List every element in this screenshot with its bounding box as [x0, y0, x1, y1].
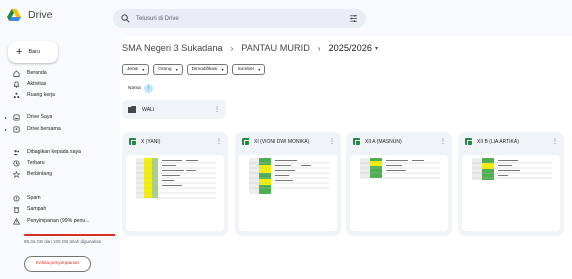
search-input[interactable]: Telusuri di Drive — [136, 16, 349, 22]
sort-by-name[interactable]: Nama ↑ — [128, 84, 153, 93]
more-options-icon[interactable]: ⋮ — [440, 138, 446, 145]
bell-icon — [12, 80, 20, 88]
spreadsheet-icon — [465, 138, 473, 146]
drive-logo-icon — [7, 9, 21, 21]
spam-icon — [12, 194, 20, 202]
folder-item[interactable]: WALI ⋮ — [122, 100, 226, 119]
sidebar-item-label: Drive bersama — [27, 126, 61, 132]
home-icon — [12, 69, 20, 77]
dropdown-arrow-icon: ▾ — [175, 67, 178, 72]
file-name: XI (VIONI DWI MONIKA) — [254, 138, 310, 145]
file-thumbnail — [462, 155, 560, 231]
storage-progress-fill — [24, 234, 116, 236]
sidebar-item-label: Berbintang — [27, 171, 53, 177]
breadcrumb-item[interactable]: PANTAU MURID — [241, 43, 310, 53]
file-card[interactable]: XII B (LIA ARTIKA) ⋮ — [458, 132, 564, 236]
file-name: X (YANI) — [141, 138, 161, 145]
sidebar-item-label: Terbaru — [27, 160, 45, 166]
sidebar-item-trash[interactable]: Sampah — [5, 203, 115, 215]
storage-usage-text: 99,3a GB dari 100 GB telah digunakan — [24, 239, 102, 244]
shared-with-me-icon — [12, 148, 20, 156]
filter-source[interactable]: Sumber ▾ — [232, 64, 266, 75]
filter-label: Jenis — [127, 67, 139, 72]
search-bar[interactable]: Telusuri di Drive — [113, 9, 366, 28]
file-thumbnail — [239, 155, 337, 231]
more-options-icon[interactable]: ⋮ — [552, 138, 558, 145]
my-drive-icon — [12, 113, 20, 121]
drive-logo[interactable]: Drive — [7, 9, 53, 21]
sidebar-item-my-drive[interactable]: ▸ Drive Saya — [5, 111, 115, 123]
filter-modified[interactable]: Dimodifikasi ▾ — [186, 64, 229, 75]
sidebar-item-starred[interactable]: Berbintang — [5, 168, 115, 180]
sidebar-item-label: Spam — [27, 195, 41, 201]
spreadsheet-icon — [242, 138, 250, 146]
caret-down-icon[interactable]: ▾ — [375, 45, 378, 52]
spreadsheet-icon — [353, 138, 361, 146]
cloud-warning-icon — [12, 217, 20, 225]
chevron-right-icon: › — [317, 43, 321, 53]
dropdown-arrow-icon: ▾ — [221, 67, 224, 72]
filter-label: Sumber — [237, 67, 255, 72]
storage-progress-bar — [24, 234, 116, 236]
filter-bar: Jenis ▾ Orang ▾ Dimodifikasi ▾ Sumber ▾ — [122, 64, 269, 75]
expand-arrow-icon[interactable]: ▸ — [5, 115, 9, 120]
sidebar-item-label: Aktivitas — [27, 81, 47, 87]
file-card[interactable]: X (YANI) ⋮ — [122, 132, 228, 236]
top-bar: Drive Telusuri di Drive — [0, 0, 572, 36]
sidebar-item-label: Drive Saya — [27, 114, 53, 120]
sidebar-item-shared-drives[interactable]: ▸ Drive bersama — [5, 123, 115, 135]
more-options-icon[interactable]: ⋮ — [329, 138, 335, 145]
file-name: XII A (MASNUN) — [365, 138, 402, 145]
file-name: XII B (LIA ARTIKA) — [477, 138, 519, 145]
sidebar-item-storage[interactable]: Penyimpanan (99% penu... — [5, 215, 115, 227]
folder-icon — [128, 106, 136, 113]
filter-label: Dimodifikasi — [191, 67, 218, 72]
new-button[interactable]: + Baru — [8, 41, 58, 63]
more-options-icon[interactable]: ⋮ — [216, 138, 222, 145]
plus-icon: + — [16, 45, 23, 58]
sidebar-item-label: Sampah — [27, 206, 47, 212]
breadcrumb: SMA Negeri 3 Sukadana › PANTAU MURID › 2… — [122, 43, 378, 53]
chevron-right-icon: › — [230, 43, 234, 53]
filter-type[interactable]: Jenis ▾ — [122, 64, 150, 75]
new-button-label: Baru — [28, 49, 41, 55]
filter-label: Orang — [158, 67, 172, 72]
clock-icon — [12, 159, 20, 167]
dropdown-arrow-icon: ▾ — [258, 67, 261, 72]
sidebar-item-label: Ruang kerja — [27, 92, 55, 98]
file-card[interactable]: XII A (MASNUN) ⋮ — [346, 132, 452, 236]
main-content: SMA Negeri 3 Sukadana › PANTAU MURID › 2… — [120, 36, 572, 279]
shared-drive-icon — [12, 125, 20, 133]
breadcrumb-current[interactable]: 2025/2026 — [329, 43, 372, 53]
expand-arrow-icon[interactable]: ▸ — [5, 127, 9, 132]
workspace-icon — [12, 91, 20, 99]
spreadsheet-icon — [129, 138, 137, 146]
sidebar-item-label: Beranda — [27, 70, 47, 76]
file-thumbnail — [126, 155, 224, 231]
more-options-icon[interactable]: ⋮ — [214, 106, 220, 113]
sidebar-item-label: Penyimpanan (99% penu... — [27, 218, 90, 224]
search-icon[interactable] — [121, 14, 130, 23]
sidebar-item-workspaces[interactable]: Ruang kerja — [5, 89, 115, 101]
breadcrumb-item[interactable]: SMA Negeri 3 Sukadana — [122, 43, 223, 53]
manage-storage-button[interactable]: Kelola penyimpanan — [24, 256, 91, 272]
sidebar-item-label: Dibagikan kepada saya — [27, 149, 81, 155]
dropdown-arrow-icon: ▾ — [142, 67, 145, 72]
file-card[interactable]: XI (VIONI DWI MONIKA) ⋮ — [235, 132, 341, 236]
folder-name: WALI — [142, 106, 155, 113]
file-thumbnail — [350, 155, 448, 231]
star-icon — [12, 170, 20, 178]
trash-icon — [12, 205, 20, 213]
arrow-up-icon[interactable]: ↑ — [143, 84, 153, 93]
filter-people[interactable]: Orang ▾ — [153, 64, 183, 75]
search-options-icon[interactable] — [349, 14, 358, 23]
app-name: Drive — [28, 9, 53, 21]
sort-label: Nama — [128, 86, 141, 91]
